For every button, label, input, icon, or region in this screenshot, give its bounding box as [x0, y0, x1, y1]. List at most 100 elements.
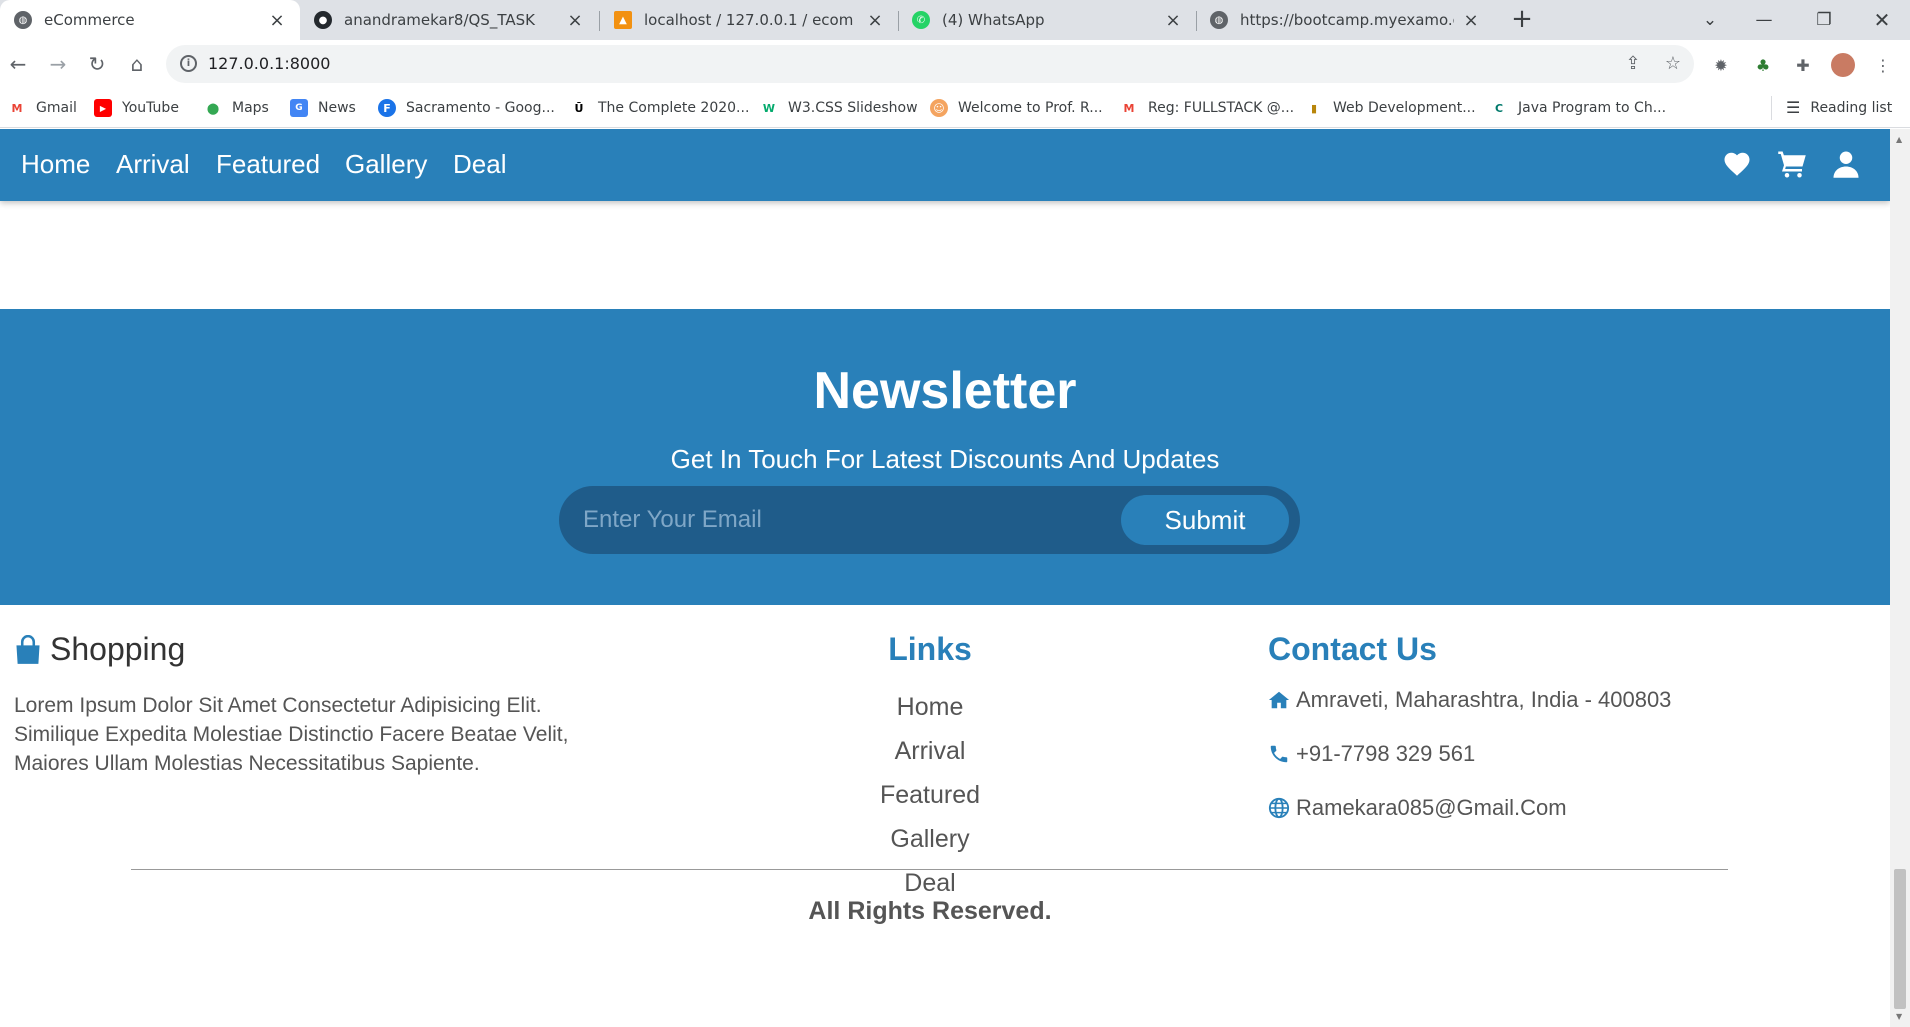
globe-icon: ◍	[14, 11, 32, 29]
tab-github[interactable]: ● anandramekar8/QS_TASK ×	[300, 0, 598, 40]
tab-title: https://bootcamp.myexamo.com	[1240, 11, 1454, 29]
tab-strip: ◍ eCommerce × ● anandramekar8/QS_TASK × …	[0, 0, 1910, 40]
email-input[interactable]	[583, 498, 1113, 542]
submit-button[interactable]: Submit	[1121, 495, 1289, 545]
bookmark-sacramento[interactable]: F Sacramento - Goog...	[378, 98, 555, 118]
address-bar[interactable]: i 127.0.0.1:8000 ⇪ ☆	[166, 45, 1694, 83]
news-icon: G	[290, 99, 308, 117]
bookmark-gmail[interactable]: M Gmail	[8, 98, 77, 118]
address-url[interactable]: 127.0.0.1:8000	[208, 54, 330, 73]
tab-title: (4) WhatsApp	[942, 11, 1045, 29]
email-text: Ramekara085@Gmail.Com	[1296, 795, 1567, 820]
bookmark-label: Welcome to Prof. R...	[958, 100, 1103, 116]
scrollbar-thumb[interactable]	[1894, 869, 1906, 1009]
forward-button[interactable]: →	[43, 49, 73, 79]
close-icon[interactable]: ×	[268, 10, 286, 31]
profile-avatar[interactable]	[1830, 52, 1856, 78]
youtube-icon: ▶	[94, 99, 112, 117]
nav-featured[interactable]: Featured	[216, 149, 320, 180]
newsletter-section: Newsletter Get In Touch For Latest Disco…	[0, 309, 1890, 605]
footer-link-featured[interactable]: Featured	[0, 773, 1860, 817]
close-icon[interactable]: ×	[866, 10, 884, 31]
nav-home[interactable]: Home	[21, 149, 90, 180]
nav-deal[interactable]: Deal	[453, 149, 506, 180]
bookmark-icon: ▮	[1310, 101, 1318, 115]
phone-text: +91-7798 329 561	[1296, 741, 1476, 766]
share-icon[interactable]: ⇪	[1622, 53, 1644, 75]
bookmarks-bar: M Gmail ▶ YouTube ⬤ Maps G News F Sacram…	[0, 88, 1910, 128]
bookmark-complete-2020[interactable]: Ū The Complete 2020...	[570, 98, 750, 118]
bookmark-news[interactable]: G News	[290, 98, 356, 118]
tab-title: eCommerce	[44, 11, 135, 29]
bookmark-webdev[interactable]: ▮ Web Development...	[1305, 98, 1476, 118]
home-button[interactable]: ⌂	[122, 49, 152, 79]
minimize-button[interactable]: —	[1736, 0, 1792, 40]
bookmark-label: News	[318, 100, 356, 116]
bookmark-label: Java Program to Ch...	[1518, 100, 1667, 116]
close-icon[interactable]: ×	[566, 10, 584, 31]
copyright-text: All Rights Reserved.	[808, 897, 1052, 925]
address-text: Amraveti, Maharashtra, India - 400803	[1296, 687, 1672, 712]
tab-whatsapp[interactable]: ✆ (4) WhatsApp ×	[898, 0, 1196, 40]
contact-address: Amraveti, Maharashtra, India - 400803	[1268, 687, 1671, 713]
contact-heading: Contact Us	[1268, 631, 1437, 667]
window-close-button[interactable]: ✕	[1854, 0, 1910, 40]
reading-list-button[interactable]: ☰ Reading list	[1786, 98, 1892, 117]
tab-ecommerce[interactable]: ◍ eCommerce ×	[0, 0, 300, 40]
site-navbar: Home Arrival Featured Gallery Deal	[0, 129, 1890, 201]
phone-icon	[1270, 745, 1288, 763]
bookmark-fullstack[interactable]: M Reg: FULLSTACK @...	[1120, 98, 1295, 118]
bookmark-label: W3.CSS Slideshow	[788, 100, 918, 116]
newsletter-subtitle: Get In Touch For Latest Discounts And Up…	[670, 444, 1220, 474]
restore-button[interactable]: ❐	[1796, 0, 1852, 40]
globe-icon	[1268, 797, 1290, 819]
bookmark-w3css[interactable]: W W3.CSS Slideshow	[760, 98, 918, 118]
tab-search-icon[interactable]: ⌄	[1682, 0, 1738, 40]
page-scrollbar[interactable]: ▲ ▼	[1890, 129, 1910, 1027]
footer-link-arrival[interactable]: Arrival	[0, 729, 1860, 773]
browser-menu-icon[interactable]: ⋮	[1870, 52, 1896, 78]
reading-list-icon: ☰	[1786, 98, 1801, 117]
bookmark-maps[interactable]: ⬤ Maps	[204, 98, 269, 118]
newsletter-title: Newsletter	[813, 362, 1077, 420]
bookmark-java[interactable]: C Java Program to Ch...	[1490, 98, 1666, 118]
bookmark-youtube[interactable]: ▶ YouTube	[94, 98, 179, 118]
site-info-icon[interactable]: i	[180, 55, 197, 72]
scroll-down-arrow-icon[interactable]: ▼	[1896, 1012, 1902, 1021]
tab-bootcamp[interactable]: ◍ https://bootcamp.myexamo.com ×	[1196, 0, 1494, 40]
nav-arrival[interactable]: Arrival	[116, 149, 190, 180]
close-icon[interactable]: ×	[1164, 10, 1182, 31]
bookmark-label: Web Development...	[1333, 100, 1476, 116]
extension-bug-icon[interactable]: ✹	[1708, 52, 1734, 78]
phpmyadmin-icon: ▲	[614, 11, 632, 29]
extensions-puzzle-icon[interactable]: ✚	[1790, 52, 1816, 78]
close-icon[interactable]: ×	[1462, 10, 1480, 31]
cart-icon[interactable]	[1777, 149, 1807, 179]
reload-button[interactable]: ↻	[82, 49, 112, 79]
newsletter-form: Submit	[559, 486, 1300, 554]
links-heading: Links	[888, 631, 972, 667]
bookmark-label: Maps	[232, 100, 269, 116]
contact-email: Ramekara085@Gmail.Com	[1268, 795, 1567, 821]
footer-link-gallery[interactable]: Gallery	[0, 817, 1860, 861]
scroll-up-arrow-icon[interactable]: ▲	[1896, 135, 1902, 144]
gmail-icon: M	[1123, 101, 1135, 115]
bookmark-label: Sacramento - Goog...	[406, 100, 555, 116]
home-icon	[1268, 691, 1290, 709]
udemy-icon: Ū	[574, 101, 584, 115]
bookmark-star-icon[interactable]: ☆	[1662, 53, 1684, 75]
profile-icon: ☺	[930, 99, 948, 117]
heart-icon[interactable]	[1722, 149, 1752, 179]
user-icon[interactable]	[1831, 149, 1861, 179]
tab-phpmyadmin[interactable]: ▲ localhost / 127.0.0.1 / ecom / cat ×	[600, 0, 898, 40]
back-button[interactable]: ←	[3, 49, 33, 79]
bookmark-prof[interactable]: ☺ Welcome to Prof. R...	[930, 98, 1103, 118]
bookmark-label: Gmail	[36, 100, 77, 116]
whatsapp-icon: ✆	[912, 11, 930, 29]
gmail-icon: M	[11, 101, 23, 115]
bookmark-label: YouTube	[122, 100, 179, 116]
extension-tree-icon[interactable]: ♣	[1750, 52, 1776, 78]
new-tab-button[interactable]: +	[1509, 6, 1535, 33]
nav-gallery[interactable]: Gallery	[345, 149, 427, 180]
tab-title: anandramekar8/QS_TASK	[344, 11, 535, 29]
